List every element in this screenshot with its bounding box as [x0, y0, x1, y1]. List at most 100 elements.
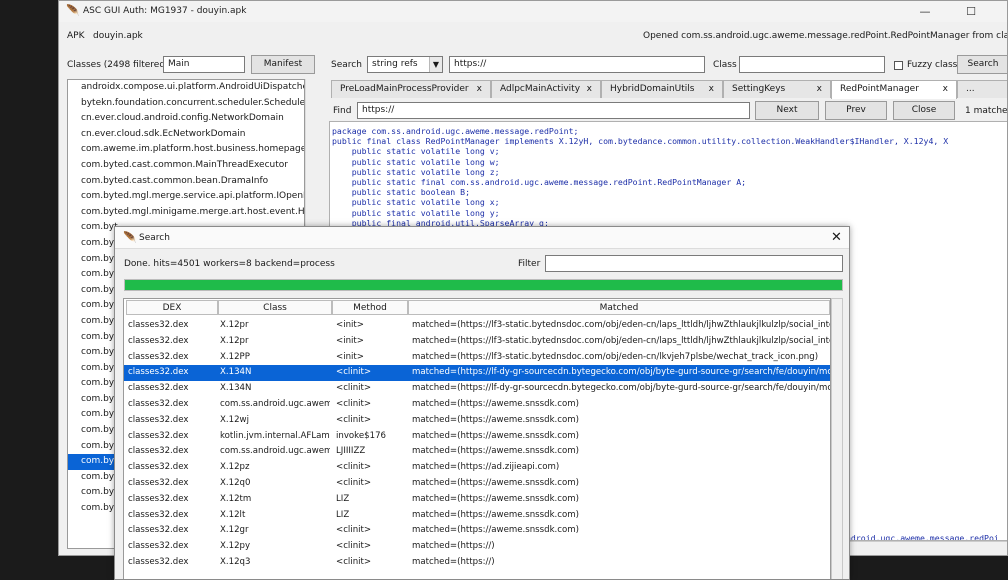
- classes-count-label: Classes (2498 filtered): [67, 60, 169, 70]
- editor-tab[interactable]: RedPointManager x: [831, 80, 957, 99]
- class-filter-input[interactable]: Main: [163, 56, 245, 73]
- table-row[interactable]: classes32.dex X.12lt LIZ matched=(https://a…: [124, 508, 830, 524]
- cell-matched: matched=(https://lf-dy-gr-sourcecdn.byte…: [412, 383, 831, 394]
- apk-name: douyin.apk: [93, 31, 143, 41]
- tab-close-icon[interactable]: x: [477, 81, 482, 98]
- code-tail-line: ndroid.ugc.aweme.message.redPoi: [846, 533, 999, 541]
- cell-method: <clinit>: [336, 525, 372, 536]
- table-row[interactable]: classes32.dex X.12pz <clinit> matched=(http…: [124, 460, 830, 476]
- maximize-button[interactable]: ☐: [951, 3, 991, 20]
- cell-class: X.12pr: [220, 320, 249, 330]
- table-row[interactable]: classes32.dex com.ss.android.ugc.awem <cli…: [124, 397, 830, 413]
- cell-dex: classes32.dex: [128, 509, 189, 520]
- tab-close-icon[interactable]: x: [817, 81, 822, 98]
- code-line: public static volatile long x;: [332, 197, 500, 208]
- cell-dex: classes32.dex: [128, 462, 189, 473]
- minimize-button[interactable]: —: [905, 3, 945, 20]
- cell-class: X.12PP: [220, 351, 250, 362]
- table-row[interactable]: classes32.dex X.12wj <clinit> matched=(http…: [124, 413, 830, 429]
- cell-matched: matched=(https://aweme.snssdk.com): [412, 414, 579, 425]
- cell-matched: matched=(https://lf3-static.bytednsdoc.c…: [412, 320, 831, 330]
- cell-matched: matched=(https://aweme.snssdk.com): [412, 525, 579, 536]
- tab-close-icon[interactable]: x: [587, 81, 592, 98]
- class-list-item[interactable]: androidx.compose.ui.platform.AndroidUiDi…: [68, 80, 304, 96]
- search-mode-select[interactable]: string refs ▼: [367, 56, 443, 73]
- table-row[interactable]: classes32.dex X.12q0 <clinit> matched=(http…: [124, 476, 830, 492]
- class-list-item[interactable]: com.byted.cast.common.MainThreadExecutor: [68, 158, 304, 174]
- table-row[interactable]: classes32.dex X.12tm LIZ matched=(https://a…: [124, 492, 830, 508]
- code-line: package com.ss.android.ugc.aweme.message…: [332, 126, 579, 136]
- search-query-input[interactable]: https://: [449, 56, 705, 73]
- editor-tab[interactable]: PreLoadMainProcessProvider x: [331, 80, 491, 98]
- editor-tab[interactable]: AdlpcMainActivity x: [491, 80, 601, 98]
- search-button[interactable]: Search: [957, 55, 1007, 74]
- results-filter-input[interactable]: [545, 255, 843, 272]
- editor-tab[interactable]: HybridDomainUtils x: [601, 80, 723, 98]
- find-next-button[interactable]: Next: [755, 101, 819, 120]
- cell-matched: matched=(https://): [412, 557, 495, 567]
- class-list-item[interactable]: cn.ever.cloud.android.config.NetworkDoma…: [68, 111, 304, 127]
- class-list-item[interactable]: bytekn.foundation.concurrent.scheduler.S…: [68, 96, 304, 112]
- class-input[interactable]: [739, 56, 885, 73]
- cell-class: X.12wj: [220, 414, 249, 425]
- cell-class: X.12py: [220, 541, 251, 552]
- find-input[interactable]: https://: [357, 102, 750, 119]
- fuzzy-class-checkbox[interactable]: [894, 61, 903, 70]
- class-list-item[interactable]: com.byted.cast.common.bean.DramaInfo: [68, 174, 304, 190]
- find-close-button[interactable]: Close: [893, 101, 955, 120]
- class-list-item[interactable]: com.byted.mgl.merge.service.api.platform…: [68, 189, 304, 205]
- table-row[interactable]: classes32.dex X.12pr <init> matched=(https:…: [124, 334, 830, 350]
- cell-dex: classes32.dex: [128, 446, 189, 457]
- code-line: public static volatile long v;: [332, 146, 500, 157]
- column-header-class[interactable]: Class: [218, 300, 332, 315]
- results-scrollbar[interactable]: [831, 298, 843, 579]
- search-progress-bar: [124, 279, 843, 291]
- code-line: public static volatile long w;: [332, 156, 500, 167]
- cell-method: <init>: [336, 335, 364, 346]
- cell-dex: classes32.dex: [128, 320, 189, 330]
- cell-method: <clinit>: [336, 462, 372, 473]
- column-header-matched[interactable]: Matched: [408, 300, 830, 315]
- cell-method: <clinit>: [336, 367, 372, 378]
- class-list-item[interactable]: com.byted.mgl.minigame.merge.art.host.ev…: [68, 205, 304, 221]
- cell-dex: classes32.dex: [128, 430, 189, 441]
- cell-class: X.12tm: [220, 493, 252, 504]
- tab-close-icon[interactable]: x: [709, 81, 714, 98]
- table-row[interactable]: classes32.dex X.12PP <init> matched=(https:…: [124, 350, 830, 366]
- table-row[interactable]: classes32.dex X.12py <clinit> matched=(http…: [124, 539, 830, 555]
- editor-tab[interactable]: ...: [957, 80, 1007, 98]
- code-line: public final class RedPointManager imple…: [332, 136, 949, 147]
- class-list-item[interactable]: cn.ever.cloud.sdk.EcNetworkDomain: [68, 127, 304, 143]
- cell-class: X.12pz: [220, 462, 250, 473]
- column-header-dex[interactable]: DEX: [126, 300, 218, 315]
- cell-method: <clinit>: [336, 541, 372, 552]
- cell-matched: matched=(https://aweme.snssdk.com): [412, 478, 579, 488]
- table-row[interactable]: classes32.dex kotlin.jvm.internal.AFLamb i…: [124, 429, 830, 445]
- table-row[interactable]: classes32.dex X.12q3 <clinit> matched=(http…: [124, 555, 830, 571]
- cell-matched: matched=(https://lf3-static.bytednsdoc.c…: [412, 351, 819, 362]
- class-label: Class: [713, 60, 737, 70]
- tab-label: ...: [966, 84, 975, 94]
- cell-method: <clinit>: [336, 414, 372, 425]
- cell-class: X.12q0: [220, 478, 251, 488]
- class-list-item[interactable]: com.aweme.im.platform.host.business.home…: [68, 142, 304, 158]
- results-table[interactable]: DEX Class Method Matched classes32.dex X.…: [123, 298, 831, 579]
- table-row[interactable]: classes32.dex X.12pr <init> matched=(https:…: [124, 318, 830, 334]
- tab-label: RedPointManager: [840, 84, 919, 94]
- feather-app-icon: 🪶: [66, 4, 80, 17]
- cell-method: <clinit>: [336, 383, 372, 394]
- cell-method: <clinit>: [336, 399, 372, 409]
- manifest-button[interactable]: Manifest: [251, 55, 315, 74]
- table-row[interactable]: classes32.dex X.134N <clinit> matched=(http…: [124, 381, 830, 397]
- column-header-method[interactable]: Method: [332, 300, 408, 315]
- tab-close-icon[interactable]: x: [943, 81, 948, 98]
- table-row[interactable]: classes32.dex X.134N <clinit> matched=(http…: [124, 365, 830, 382]
- find-prev-button[interactable]: Prev: [825, 101, 887, 120]
- editor-tab[interactable]: SettingKeys x: [723, 80, 831, 98]
- close-icon[interactable]: ✕: [831, 230, 842, 245]
- table-row[interactable]: classes32.dex X.12gr <clinit> matched=(http…: [124, 523, 830, 539]
- find-label: Find: [333, 106, 352, 116]
- cell-method: <clinit>: [336, 557, 372, 567]
- cell-class: X.12q3: [220, 557, 251, 567]
- table-row[interactable]: classes32.dex com.ss.android.ugc.awem LJII…: [124, 444, 830, 460]
